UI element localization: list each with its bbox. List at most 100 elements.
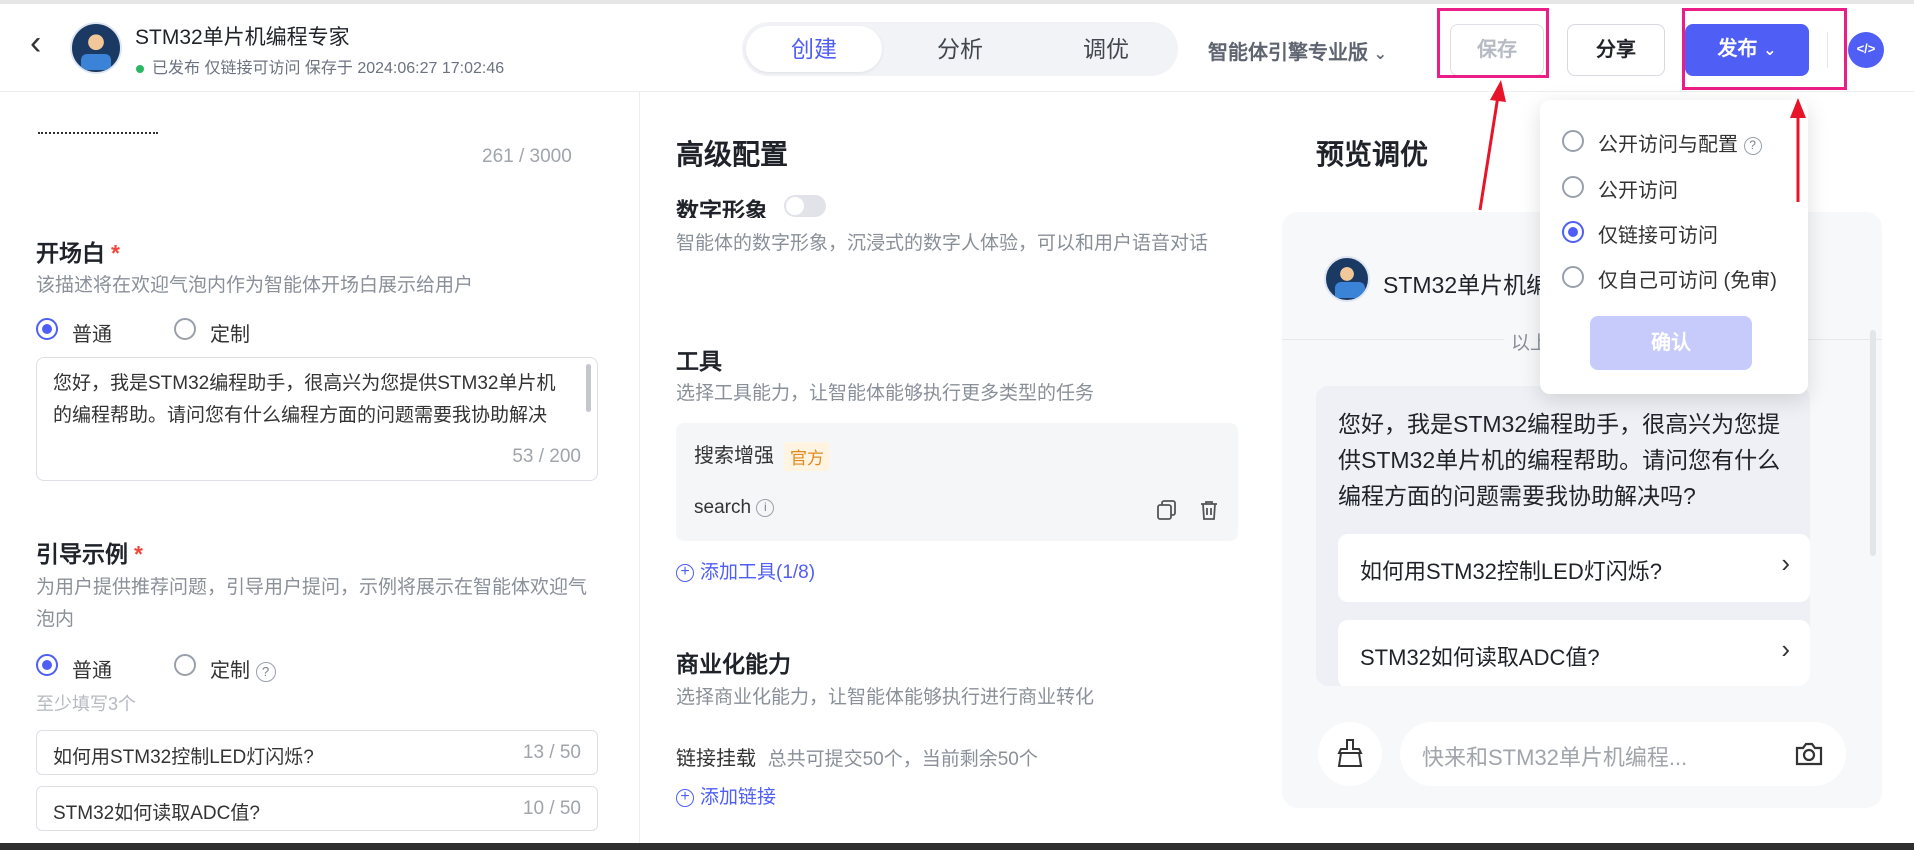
radio-selected-icon (1562, 221, 1584, 243)
highlight-box-publish (1682, 8, 1847, 90)
intro-counter: 261 / 3000 (482, 146, 572, 167)
radio-label-custom: 定制 (210, 324, 250, 346)
guide-example-text: STM32如何读取ADC值? (53, 803, 260, 824)
status-label: 已发布 仅链接可访问 保存于 2024:06:27 17:02:46 (152, 60, 505, 77)
tab-tune[interactable]: 调优 (1038, 26, 1174, 72)
radio-opening-normal[interactable] (36, 318, 58, 340)
code-icon[interactable]: </> (1848, 32, 1884, 68)
add-link-button[interactable]: + 添加链接 (676, 782, 776, 809)
publish-dropdown: 公开访问与配置 ? 公开访问 仅链接可访问 仅自己可访问 (免审) 确认 (1540, 100, 1808, 394)
mode-tabs: 创建 分析 调优 (742, 22, 1178, 76)
camera-icon[interactable] (1794, 740, 1824, 768)
welcome-bubble: 您好，我是STM32编程助手，很高兴为您提供STM32单片机的编程帮助。请问您有… (1316, 386, 1810, 686)
advanced-config-title: 高级配置 (676, 139, 789, 170)
tool-name-text: 搜索增强 (694, 445, 774, 467)
annotation-arrow-publish (1790, 98, 1806, 202)
tool-name: 搜索增强 官方 (694, 439, 830, 472)
option-label-text: 公开访问与配置 (1598, 134, 1738, 156)
preview-scrollbar[interactable] (1870, 330, 1876, 556)
confirm-button[interactable]: 确认 (1590, 316, 1752, 370)
tab-create[interactable]: 创建 (746, 26, 882, 72)
guide-example-count: 13 / 50 (522, 742, 581, 763)
biz-desc: 选择商业化能力，让智能体能够执行进行商业转化 (676, 687, 1095, 708)
guide-title: 引导示例 * (36, 535, 143, 569)
radio-label-normal: 普通 (72, 324, 112, 346)
required-mark: * (134, 541, 143, 567)
digital-desc: 智能体的数字形象，沉浸式的数字人体验，可以和用户语音对话 (676, 233, 1209, 254)
engine-label: 智能体引擎专业版 (1208, 42, 1368, 64)
chevron-right-icon: › (1781, 548, 1790, 578)
highlight-box-save (1437, 8, 1549, 78)
digital-title: 数字形象 (676, 198, 768, 218)
suggested-question-text: 如何用STM32控制LED灯闪烁? (1360, 559, 1662, 584)
official-badge: 官方 (784, 442, 830, 472)
avatar (70, 22, 122, 74)
add-tool-label: 添加工具(1/8) (700, 562, 816, 583)
annotation-arrow-save (1478, 80, 1506, 211)
radio-guide-normal[interactable] (36, 654, 58, 676)
radio-guide-custom[interactable] (174, 654, 196, 676)
radio-icon (1562, 130, 1584, 152)
bot-name: STM32单片机编 (1383, 272, 1550, 298)
add-link-label: 添加链接 (700, 787, 777, 808)
radio-label-custom-text: 定制 (210, 660, 250, 682)
copy-icon[interactable] (1156, 499, 1176, 521)
suggested-question[interactable]: 如何用STM32控制LED灯闪烁? › (1338, 534, 1810, 602)
tools-title: 工具 (676, 348, 722, 374)
column-divider (639, 92, 640, 850)
opening-text: 您好，我是STM32编程助手，很高兴为您提供STM32单片机的编程帮助。请问您有… (53, 373, 556, 426)
biz-title: 商业化能力 (676, 651, 791, 677)
guide-example-text: 如何用STM32控制LED灯闪烁? (53, 747, 314, 768)
digital-toggle[interactable] (784, 195, 826, 217)
opening-textarea[interactable]: 您好，我是STM32编程助手，很高兴为您提供STM32单片机的编程帮助。请问您有… (36, 357, 598, 481)
broom-icon (1337, 739, 1363, 767)
option-label: 仅自己可访问 (免审) (1598, 270, 1777, 292)
guide-example-input[interactable]: STM32如何读取ADC值? 10 / 50 (36, 786, 598, 831)
guide-hint: 至少填写3个 (36, 694, 137, 714)
tool-id-text: search (694, 497, 752, 518)
suggested-question[interactable]: STM32如何读取ADC值? › (1338, 620, 1810, 686)
back-arrow-icon[interactable]: ‹ (30, 26, 60, 60)
digital-title-clip: 数字形象 (676, 176, 786, 218)
clear-context-button[interactable] (1318, 722, 1382, 786)
link-mount-note: 总共可提交50个，当前剩余50个 (767, 749, 1038, 770)
option-label: 仅链接可访问 (1598, 225, 1718, 247)
share-button[interactable]: 分享 (1567, 24, 1665, 76)
textarea-scrollbar[interactable] (586, 364, 591, 412)
status-text: 已发布 仅链接可访问 保存于 2024:06:27 17:02:46 (136, 54, 504, 78)
guide-title-text: 引导示例 (36, 541, 128, 567)
preview-title: 预览调优 (1316, 139, 1429, 170)
bot-avatar (1324, 256, 1370, 302)
guide-desc: 为用户提供推荐问题，引导用户提问，示例将展示在智能体欢迎气泡内 (36, 577, 588, 630)
app-root: { "header": { "app_name": "STM32单片机编程专家"… (0, 0, 1914, 850)
option-label: 公开访问 (1598, 180, 1678, 202)
cropped-text-fragment (38, 132, 158, 162)
delete-icon[interactable] (1198, 499, 1218, 521)
help-icon[interactable]: ? (1743, 136, 1762, 155)
tab-analyze[interactable]: 分析 (892, 26, 1028, 72)
status-dot-icon (136, 64, 144, 73)
chevron-right-icon: › (1781, 634, 1790, 664)
chevron-down-icon: ⌄ (1373, 46, 1387, 63)
plus-circle-icon: + (676, 563, 694, 582)
tools-desc: 选择工具能力，让智能体能够执行更多类型的任务 (676, 383, 1095, 404)
app-title: STM32单片机编程专家 (135, 26, 350, 49)
suggested-question-text: STM32如何读取ADC值? (1360, 645, 1600, 670)
help-icon[interactable]: ? (255, 661, 276, 682)
add-tool-link[interactable]: + 添加工具(1/8) (676, 557, 815, 584)
guide-example-count: 10 / 50 (522, 798, 581, 819)
chat-input[interactable]: 快来和STM32单片机编程... (1400, 722, 1846, 786)
radio-opening-custom[interactable] (174, 318, 196, 340)
radio-label-custom: 定制 ? (210, 654, 276, 683)
radio-icon (1562, 176, 1584, 198)
tool-id: search i (694, 497, 775, 519)
link-mount-title: 链接挂载 (676, 748, 756, 770)
guide-example-input[interactable]: 如何用STM32控制LED灯闪烁? 13 / 50 (36, 730, 598, 775)
required-mark: * (111, 240, 120, 266)
engine-selector[interactable]: 智能体引擎专业版 ⌄ (1208, 36, 1387, 65)
plus-circle-icon: + (676, 788, 694, 807)
welcome-text: 您好，我是STM32编程助手，很高兴为您提供STM32单片机的编程帮助。请问您有… (1338, 411, 1781, 509)
opening-title: 开场白 * (36, 234, 120, 268)
radio-icon (1562, 266, 1584, 288)
info-icon[interactable]: i (756, 498, 775, 517)
